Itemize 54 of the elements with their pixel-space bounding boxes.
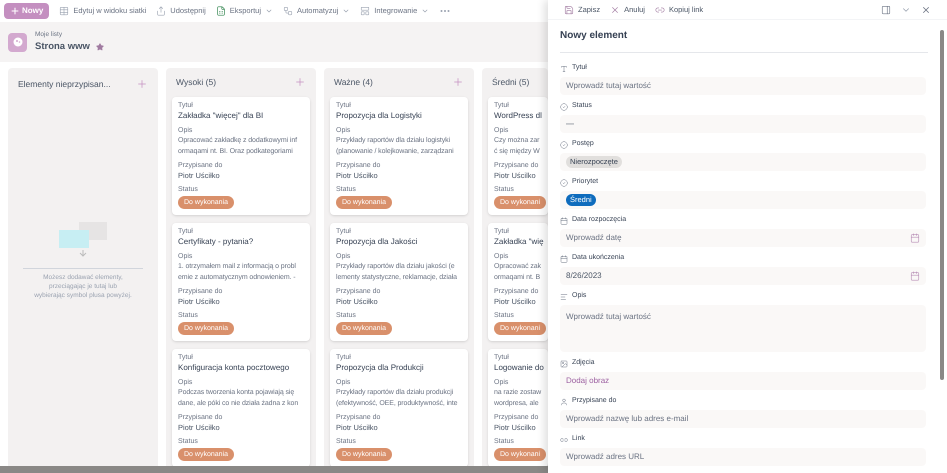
lines-icon [560,292,568,300]
calendar-icon[interactable] [910,233,920,243]
scrollbar[interactable] [940,30,944,380]
link-icon [654,4,665,14]
text-area[interactable]: Wprowadź tutaj wartość [560,305,926,352]
list-logo-icon [8,32,27,52]
card-title: Zakładka "wię [494,236,542,248]
calendar-icon [560,254,568,262]
scrollbar[interactable] [0,466,548,473]
column-title: Ważne (4) [334,76,373,89]
add-image-field[interactable]: Dodaj obraz [560,372,926,390]
save-icon [564,4,574,14]
close-icon [610,4,620,14]
person-icon [560,398,568,406]
calendar-icon [560,216,568,224]
input-field[interactable]: Wprowadź nazwę lub adres e-mail [560,410,926,428]
plus-icon [10,6,20,16]
choice-field[interactable]: — [560,115,926,133]
panel-title: Nowy element [560,29,628,43]
add-image-link[interactable]: Dodaj obraz [566,375,610,387]
spreadsheet-icon [216,6,226,16]
link-icon [560,436,568,444]
check-circle-icon [560,178,568,186]
card-title: Certyfikaty - pytania? [178,236,254,248]
check-circle-icon [560,140,568,148]
grid-icon [59,6,70,16]
add-icon[interactable] [136,78,148,90]
check-circle-icon [560,102,568,110]
add-icon[interactable] [294,76,306,88]
card-title: Logowanie do [494,362,542,374]
panel-icon[interactable] [881,4,891,14]
calendar-icon[interactable] [910,271,920,281]
card-title: Propozycja dla Logistyki [336,110,423,122]
close-icon[interactable] [921,4,931,14]
input-field[interactable]: Wprowadź tutaj wartość [560,77,926,95]
list-title: Strona www [35,40,90,54]
card-title: Propozycja dla Jakości [336,236,418,248]
text-icon [560,64,568,72]
flow-icon [283,6,294,16]
date-field[interactable]: 8/26/2023 [560,267,926,285]
card-title: Konfiguracja konta pocztowego [178,362,290,374]
layout-icon [360,6,370,16]
card-title: WordPress dl [494,110,542,122]
image-icon [560,360,568,368]
column-title: Średni (5) [492,76,530,89]
card-title: Propozycja dla Produkcji [336,362,425,374]
date-field[interactable]: Wprowadź datę [560,229,926,247]
share-icon [156,6,166,16]
card-title: Zakładka "więcej" dla BI [178,110,264,122]
add-icon[interactable] [452,76,464,88]
column-title: Wysoki (5) [176,76,216,89]
star-icon[interactable] [96,42,104,51]
input-field[interactable]: Wprowadź adres URL [560,448,926,466]
column-title: Elementy nieprzypisan... [18,78,111,90]
